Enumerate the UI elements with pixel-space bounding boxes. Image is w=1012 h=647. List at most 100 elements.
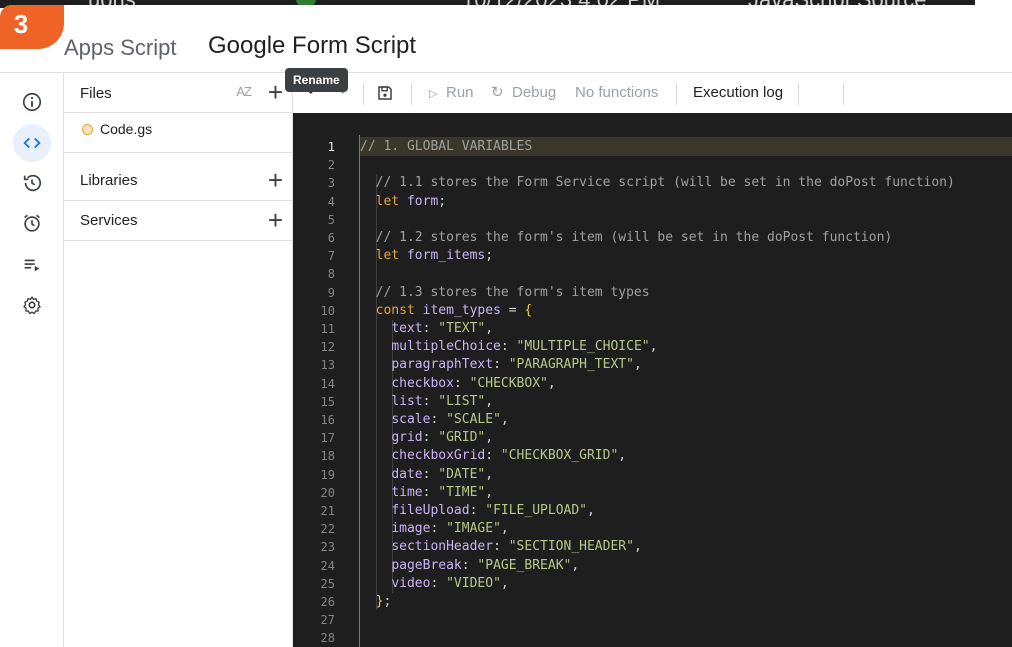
code-line[interactable]: checkbox: "CHECKBOX", [360, 375, 555, 393]
line-number: 10 [320, 303, 335, 318]
line-number: 23 [320, 540, 335, 555]
sort-az-icon[interactable]: AZ [236, 84, 252, 99]
line-number: 4 [327, 194, 335, 209]
code-line[interactable]: fileUpload: "FILE_UPLOAD", [360, 502, 595, 520]
add-library-button[interactable]: + [268, 167, 283, 193]
line-number: 13 [320, 358, 335, 373]
code-line[interactable]: date: "DATE", [360, 466, 493, 484]
alarm-icon [24, 214, 40, 232]
toolbar-divider [676, 83, 677, 105]
services-row: Services + [64, 201, 293, 241]
info-icon [22, 92, 42, 112]
line-number: 15 [320, 394, 335, 409]
app-name[interactable]: Apps Script [64, 35, 177, 61]
code-line[interactable]: list: "LIST", [360, 393, 493, 411]
line-number: 16 [320, 413, 335, 427]
line-number: 1 [327, 140, 335, 154]
line-number: 27 [320, 613, 335, 628]
execution-log-button[interactable]: Execution log [693, 84, 783, 101]
line-number: 8 [327, 267, 335, 282]
file-item-code-gs[interactable]: Code.gs [64, 113, 293, 153]
services-label: Services [80, 212, 138, 229]
debug-button[interactable]: Debug [512, 84, 556, 101]
code-line[interactable]: checkboxGrid: "CHECKBOX_GRID", [360, 447, 626, 465]
line-number: 14 [320, 376, 335, 391]
project-history-button[interactable] [13, 164, 51, 202]
code-line[interactable]: scale: "SCALE", [360, 411, 508, 429]
libraries-label: Libraries [80, 172, 138, 189]
libraries-row: Libraries + [64, 161, 293, 201]
code-line[interactable]: time: "TIME", [360, 484, 493, 502]
line-number: 11 [320, 322, 335, 336]
play-icon: ▷ [429, 88, 438, 100]
file-status-dot-icon [82, 124, 93, 135]
file-name: Code.gs [100, 121, 153, 137]
line-number: 6 [327, 231, 335, 245]
line-number: 22 [320, 522, 335, 537]
code-line[interactable]: let form; [360, 193, 446, 211]
save-icon[interactable] [376, 84, 394, 102]
add-service-button[interactable]: + [268, 207, 283, 233]
line-number: 12 [320, 340, 335, 355]
gear-icon [23, 296, 41, 315]
code-line[interactable]: // 1.3 stores the form's item types [360, 284, 650, 302]
code-line[interactable]: // 1.1 stores the Form Service script (w… [360, 174, 955, 192]
line-number: 5 [327, 212, 335, 227]
overview-button[interactable] [13, 83, 51, 121]
toolbar-divider [798, 83, 799, 105]
line-number: 25 [320, 576, 335, 591]
code-line[interactable]: pageBreak: "PAGE_BREAK", [360, 557, 579, 575]
line-number: 26 [320, 595, 335, 609]
line-number: 24 [320, 558, 335, 573]
function-select[interactable]: No functions [575, 84, 658, 101]
code-line[interactable]: text: "TEXT", [360, 320, 493, 338]
add-file-button[interactable]: + [268, 79, 283, 105]
editor-button[interactable] [13, 124, 51, 162]
code-line[interactable]: // 1. GLOBAL VARIABLES [360, 138, 532, 156]
step-badge: 3 [0, 5, 64, 49]
line-number: 19 [320, 467, 335, 482]
code-line[interactable]: // 1.2 stores the form's item (will be s… [360, 229, 893, 247]
line-number: 28 [320, 631, 335, 646]
apps-script-window: 3 Apps Script Google Form Script Rename … [0, 5, 1012, 647]
toolbar-divider [363, 83, 364, 105]
editor-toolbar: ↶ ↷ ▷ Run ↻ Debug No functions Execution… [293, 73, 1012, 113]
code-icon [23, 137, 41, 149]
header: Apps Script Google Form Script [0, 10, 1012, 73]
triggers-button[interactable] [13, 204, 51, 242]
files-panel: Files AZ + Code.gs Libraries + Services … [64, 73, 293, 647]
dark-mode-icon[interactable] [813, 84, 831, 102]
project-settings-button[interactable] [13, 286, 51, 324]
code-line[interactable]: let form_items; [360, 247, 493, 265]
line-number: 2 [327, 158, 335, 173]
line-number: 20 [320, 485, 335, 500]
line-number: 21 [320, 504, 335, 518]
code-line[interactable]: image: "IMAGE", [360, 520, 508, 538]
code-line[interactable]: multipleChoice: "MULTIPLE_CHOICE", [360, 338, 657, 356]
line-number: 18 [320, 449, 335, 464]
line-number: 9 [327, 285, 335, 300]
project-title[interactable]: Google Form Script [208, 32, 416, 60]
code-line[interactable]: sectionHeader: "SECTION_HEADER", [360, 538, 641, 556]
code-line[interactable]: video: "VIDEO", [360, 575, 508, 593]
files-header: Files AZ + [64, 73, 293, 113]
code-editor[interactable]: 1 2 3 4 5 6 7 8 9 10 11 12 13 14 15 16 17 18 19 20 21 22 23 24 2… [293, 113, 1012, 647]
executions-button[interactable] [13, 246, 51, 284]
line-number: 17 [320, 431, 335, 446]
debug-icon: ↻ [491, 84, 504, 101]
code-line[interactable]: const item_types = { [360, 302, 533, 320]
run-button[interactable]: Run [446, 84, 474, 101]
list-play-icon [24, 259, 40, 272]
code-line[interactable]: paragraphText: "PARAGRAPH_TEXT", [360, 356, 641, 374]
toolbar-divider [411, 83, 412, 105]
history-icon [23, 174, 42, 192]
left-rail [0, 73, 64, 647]
line-number-gutter: 1 2 3 4 5 6 7 8 9 10 11 12 13 14 15 16 17 18 19 20 21 22 23 24 2… [293, 113, 359, 647]
files-label: Files [80, 85, 112, 102]
rename-tooltip: Rename [285, 68, 348, 92]
code-line[interactable]: grid: "GRID", [360, 429, 493, 447]
line-number: 3 [327, 176, 335, 191]
toolbar-divider [843, 83, 844, 105]
code-line[interactable]: }; [360, 593, 392, 611]
line-number: 7 [327, 249, 335, 264]
